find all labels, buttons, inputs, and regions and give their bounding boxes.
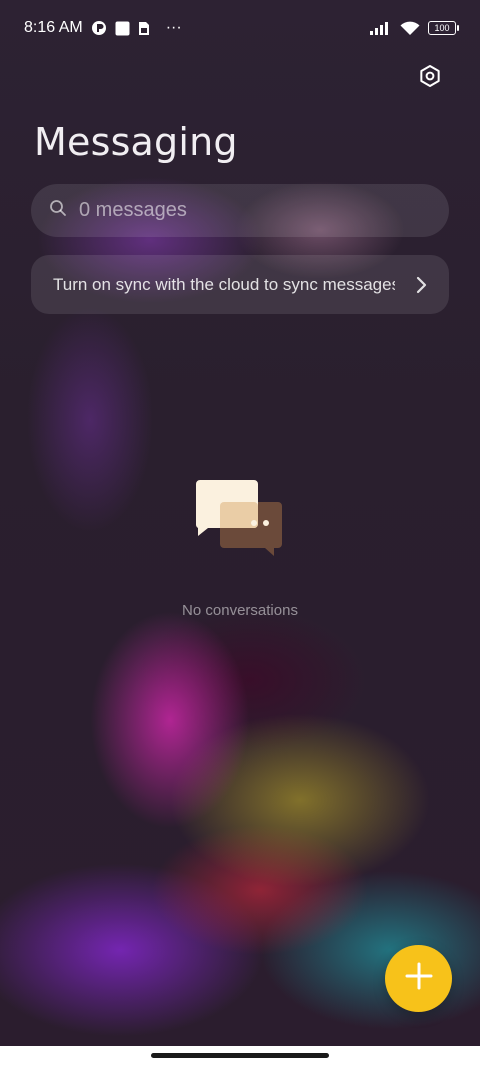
status-left: 8:16 AM ··· <box>24 19 182 37</box>
settings-button[interactable] <box>414 62 446 94</box>
more-notifications-icon: ··· <box>165 19 182 36</box>
wifi-icon <box>400 21 420 36</box>
empty-state-text: No conversations <box>182 602 298 619</box>
status-bar: 8:16 AM ··· 100 <box>0 0 480 56</box>
new-message-button[interactable] <box>385 945 452 1012</box>
plus-icon <box>404 961 434 996</box>
chevron-right-icon <box>415 276 427 294</box>
app-notification-icon <box>91 20 107 36</box>
status-right: 100 <box>370 21 459 36</box>
search-icon <box>49 199 67 222</box>
square-notification-icon <box>115 21 130 36</box>
sync-banner[interactable]: Turn on sync with the cloud to sync mess… <box>31 255 449 314</box>
status-time: 8:16 AM <box>24 19 83 36</box>
home-indicator[interactable] <box>151 1053 329 1058</box>
gear-icon <box>418 64 442 93</box>
search-input[interactable]: 0 messages <box>31 184 449 237</box>
page-title: Messaging <box>34 120 238 164</box>
search-placeholder: 0 messages <box>79 199 187 221</box>
signal-icon <box>370 21 392 35</box>
sync-banner-text: Turn on sync with the cloud to sync mess… <box>53 274 395 294</box>
battery-icon: 100 <box>428 21 459 35</box>
conversation-bubbles-icon <box>195 478 286 558</box>
sim-notification-icon <box>138 21 150 36</box>
